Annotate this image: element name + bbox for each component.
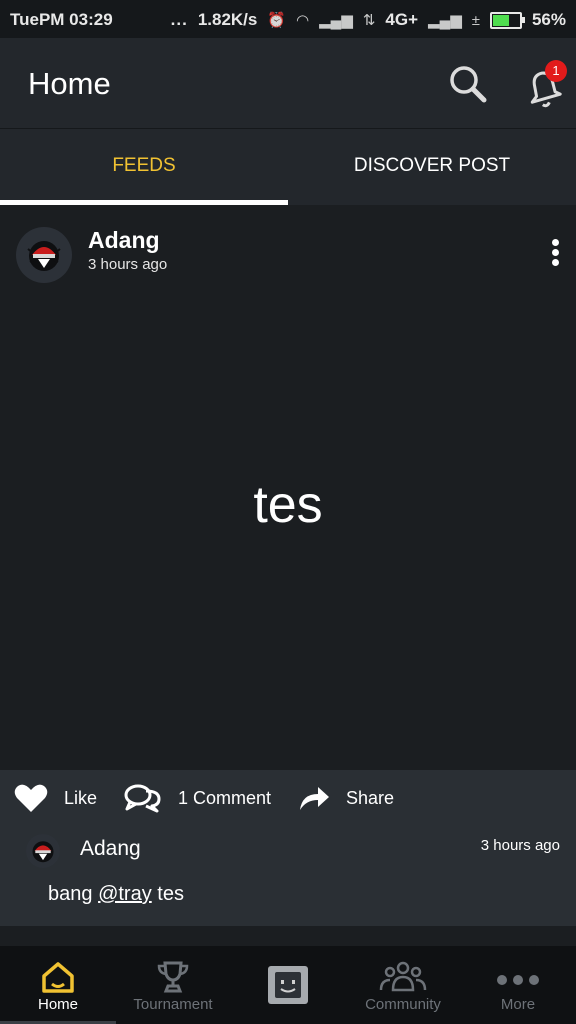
app-bar: Home 1 bbox=[0, 38, 576, 129]
nav-community-label: Community bbox=[365, 996, 441, 1013]
signal-icon: ▂▄▆ bbox=[319, 12, 353, 29]
nav-community[interactable]: Community bbox=[345, 946, 461, 1024]
comment-text-suffix: tes bbox=[157, 883, 184, 905]
author-avatar[interactable] bbox=[16, 227, 72, 283]
share-arrow-icon bbox=[300, 787, 329, 810]
share-label: Share bbox=[346, 787, 395, 808]
signal-icon-2: ▂▄▆ bbox=[428, 12, 462, 29]
status-dots: ... bbox=[170, 10, 188, 29]
nav-home[interactable]: Home bbox=[0, 946, 116, 1024]
trophy-icon bbox=[157, 961, 189, 993]
comment-bubbles-icon bbox=[124, 784, 161, 813]
plus-minus-icon: ± bbox=[471, 11, 480, 29]
status-bar: TuePM 03:29 ... 1.82K/s ⏰ ◠ ▂▄▆ ⇅ 4G+ ▂▄… bbox=[0, 0, 576, 38]
ninja-avatar-icon bbox=[27, 241, 61, 271]
post-timestamp: 3 hours ago bbox=[88, 256, 168, 273]
more-options-icon[interactable] bbox=[547, 239, 563, 273]
home-icon bbox=[42, 962, 74, 993]
like-button[interactable]: Like bbox=[14, 770, 97, 826]
face-icon bbox=[268, 966, 308, 1004]
status-time: TuePM 03:29 bbox=[10, 10, 113, 29]
heart-icon bbox=[14, 784, 48, 812]
bottom-navigation: Home Tournament Community More bbox=[0, 946, 576, 1024]
tab-bar: FEEDS DISCOVER POST bbox=[0, 129, 576, 205]
battery-icon bbox=[489, 11, 525, 29]
share-button[interactable]: Share bbox=[298, 770, 394, 826]
wifi-icon: ◠ bbox=[296, 12, 310, 29]
nav-home-label: Home bbox=[37, 996, 78, 1013]
nav-more-label: More bbox=[500, 996, 536, 1013]
more-dots-icon bbox=[497, 975, 539, 985]
ninja-avatar-icon-small bbox=[32, 841, 54, 863]
post-author[interactable]: Adang bbox=[88, 227, 160, 254]
search-icon bbox=[450, 66, 487, 103]
nav-tournament-label: Tournament bbox=[133, 996, 213, 1013]
search-button[interactable] bbox=[446, 62, 490, 106]
network-type: 4G+ bbox=[385, 10, 419, 29]
battery-fill bbox=[492, 14, 509, 26]
comment-button[interactable]: 1 Comment bbox=[124, 770, 271, 826]
post-content: tes bbox=[253, 476, 323, 534]
commenter-name[interactable]: Adang bbox=[80, 837, 141, 861]
like-label: Like bbox=[64, 787, 98, 808]
tab-discover-post[interactable]: DISCOVER POST bbox=[288, 129, 576, 205]
notifications-button[interactable]: 1 bbox=[520, 60, 568, 108]
status-indicators: ... 1.82K/s ⏰ ◠ ▂▄▆ ⇅ 4G+ ▂▄▆ ± 56% bbox=[171, 10, 566, 30]
comment-text: bang @tray tes bbox=[48, 883, 184, 906]
nav-tournament[interactable]: Tournament bbox=[115, 946, 231, 1024]
alarm-icon: ⏰ bbox=[267, 12, 287, 29]
nav-more[interactable]: More bbox=[460, 946, 576, 1024]
comment-label: 1 Comment bbox=[178, 787, 272, 808]
data-arrows-icon: ⇅ bbox=[362, 12, 376, 29]
comment-timestamp: 3 hours ago bbox=[480, 837, 560, 854]
mention-link[interactable]: @tray bbox=[98, 883, 152, 905]
post-actions: Like 1 Comment Share bbox=[0, 770, 576, 826]
page-title: Home bbox=[28, 66, 111, 101]
notification-badge: 1 bbox=[545, 60, 567, 82]
network-speed: 1.82K/s bbox=[197, 10, 258, 29]
nav-center-action[interactable] bbox=[230, 946, 346, 1024]
community-icon bbox=[379, 961, 427, 992]
comment-item[interactable]: Adang 3 hours ago bang @tray tes bbox=[0, 826, 576, 926]
commenter-avatar[interactable] bbox=[26, 834, 60, 868]
feed-post: Adang 3 hours ago tes bbox=[0, 205, 576, 770]
comment-text-prefix: bang bbox=[48, 883, 93, 905]
battery-percent: 56% bbox=[531, 10, 566, 29]
tab-feeds[interactable]: FEEDS bbox=[0, 129, 288, 205]
